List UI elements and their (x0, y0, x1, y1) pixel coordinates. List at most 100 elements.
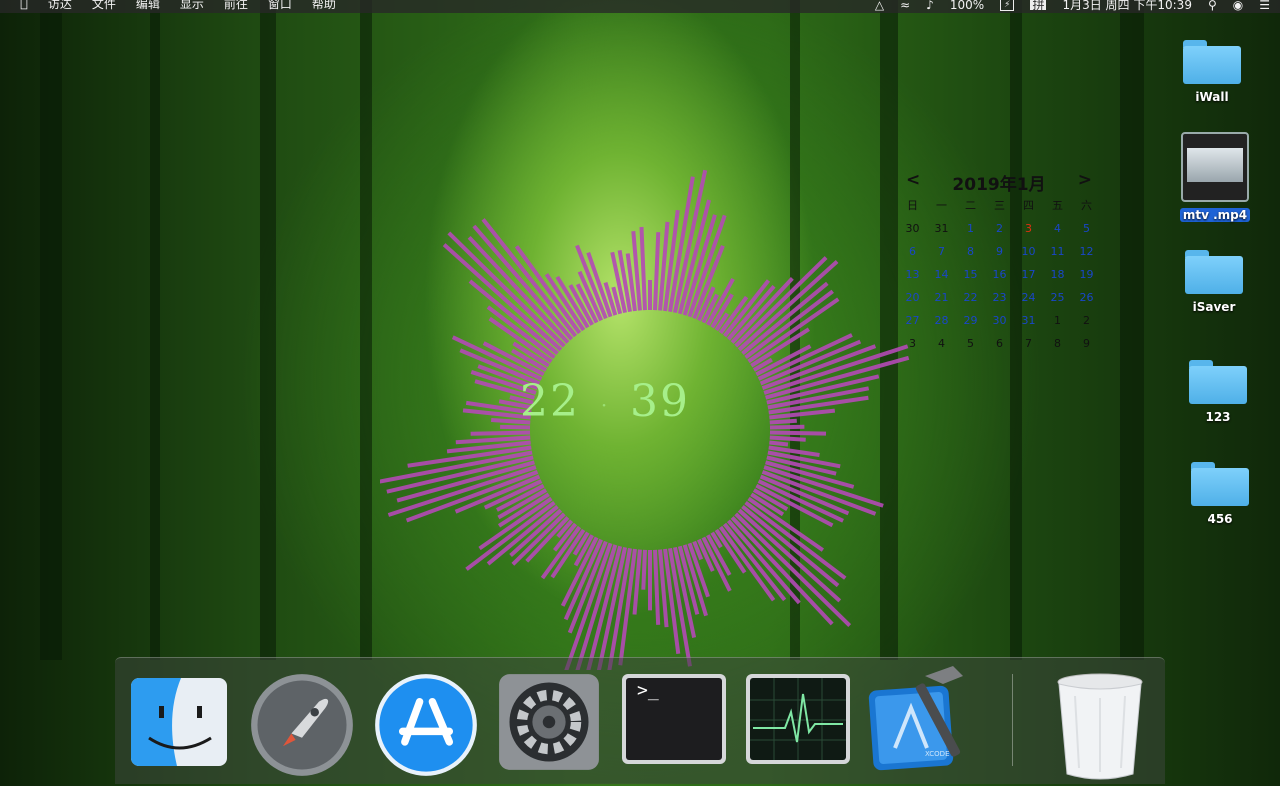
calendar-day[interactable]: 9 (985, 240, 1014, 263)
calendar-day[interactable]: 31 (1014, 309, 1043, 332)
spotlight-icon[interactable]: ⚲ (1208, 0, 1217, 11)
visualizer-bar (470, 430, 531, 436)
apple-icon[interactable]:  (20, 0, 28, 10)
dock-terminal[interactable]: >_ (621, 672, 726, 772)
clock-minutes: 39 (630, 376, 690, 427)
visualizer-bar (737, 260, 839, 352)
calendar-day[interactable]: 6 (898, 240, 927, 263)
calendar-day[interactable]: 30 (898, 217, 927, 240)
menu-window[interactable]: 窗口 (268, 0, 292, 10)
calendar-day[interactable]: 31 (927, 217, 956, 240)
calendar-day[interactable]: 24 (1014, 286, 1043, 309)
calendar-day[interactable]: 28 (927, 309, 956, 332)
volume-icon[interactable]: ♪ (926, 0, 934, 11)
desktop-item-123[interactable]: 123 (1178, 360, 1258, 425)
menu-file[interactable]: 文件 (92, 0, 116, 10)
menu-view[interactable]: 显示 (180, 0, 204, 10)
input-method[interactable]: 拼 (1030, 0, 1047, 11)
calendar-day[interactable]: 6 (985, 332, 1014, 355)
folder-icon (1183, 40, 1241, 84)
menu-edit[interactable]: 编辑 (136, 0, 160, 10)
calendar-day[interactable]: 17 (1014, 263, 1043, 286)
calendar-weekday: 一 (936, 199, 947, 212)
calendar-day[interactable]: 19 (1072, 263, 1101, 286)
menu-finder[interactable]: 访达 (48, 0, 72, 10)
menu-go[interactable]: 前往 (224, 0, 248, 10)
tree-trunk (40, 0, 62, 660)
desktop-item-iwall[interactable]: iWall (1172, 40, 1252, 105)
desktop-item-isaver[interactable]: iSaver (1174, 250, 1254, 315)
calendar-day[interactable]: 2 (985, 217, 1014, 240)
menu-help[interactable]: 帮助 (312, 0, 336, 10)
calendar-day[interactable]: 4 (1043, 217, 1072, 240)
calendar-day[interactable]: 5 (1072, 217, 1101, 240)
notification-center-icon[interactable]: ☰ (1259, 0, 1270, 11)
dock: >_ XCODE (115, 657, 1165, 784)
calendar-day[interactable]: 2 (1072, 309, 1101, 332)
dock-system-preferences[interactable] (497, 672, 599, 772)
visualizer-bar (467, 236, 570, 344)
xcode-badge: XCODE (925, 750, 950, 758)
calendar-day[interactable]: 23 (985, 286, 1014, 309)
dock-app-store[interactable] (373, 672, 477, 776)
calendar-day[interactable]: 12 (1072, 240, 1101, 263)
calendar-day[interactable]: 22 (956, 286, 985, 309)
desktop-item-mtv-mp4[interactable]: mtv .mp4 (1175, 132, 1255, 223)
desktop-item-456[interactable]: 456 (1180, 462, 1260, 527)
siri-icon[interactable]: ◉ (1233, 0, 1243, 11)
calendar-day[interactable]: 8 (956, 240, 985, 263)
calendar-day[interactable]: 1 (956, 217, 985, 240)
battery-percent[interactable]: 100% (950, 0, 984, 11)
calendar-day[interactable]: 21 (927, 286, 956, 309)
calendar-day[interactable]: 11 (1043, 240, 1072, 263)
airplay-icon[interactable]: △ (875, 0, 884, 11)
visualizer-bar (769, 435, 806, 442)
calendar-day[interactable]: 15 (956, 263, 985, 286)
dock-trash[interactable] (1055, 672, 1155, 780)
battery-icon[interactable]: ⚡ (1000, 0, 1015, 11)
calendar-day[interactable]: 5 (956, 332, 985, 355)
menu-bar:  访达 文件 编辑 显示 前往 窗口 帮助 △ ≈ ♪ 100% ⚡ 拼 1月… (0, 0, 1280, 13)
dock-launchpad[interactable] (249, 672, 353, 776)
calendar-day[interactable]: 3 (1014, 217, 1043, 240)
calendar-day[interactable]: 25 (1043, 286, 1072, 309)
calendar-day[interactable]: 30 (985, 309, 1014, 332)
calendar-next-button[interactable]: > (1078, 170, 1092, 195)
calendar-day[interactable]: 29 (956, 309, 985, 332)
calendar-day[interactable]: 1 (1043, 309, 1072, 332)
desktop-item-label: iWall (1195, 90, 1229, 104)
video-thumbnail-icon (1181, 132, 1249, 202)
calendar-weekday: 三 (994, 199, 1005, 212)
dock-finder[interactable] (129, 672, 229, 772)
calendar-day[interactable]: 20 (898, 286, 927, 309)
calendar-day[interactable]: 7 (1014, 332, 1043, 355)
calendar-day[interactable]: 3 (898, 332, 927, 355)
calendar-day[interactable]: 13 (898, 263, 927, 286)
calendar-day[interactable]: 26 (1072, 286, 1101, 309)
calendar-day[interactable]: 9 (1072, 332, 1101, 355)
calendar-day[interactable]: 7 (927, 240, 956, 263)
visualizer-bar (639, 226, 647, 311)
visualizer-bar (769, 440, 789, 447)
visualizer-bar (653, 549, 661, 625)
clock-hours: 22 (520, 376, 580, 427)
dock-activity-monitor[interactable] (745, 672, 850, 772)
calendar-weekday: 日 (907, 199, 918, 212)
calendar-day[interactable]: 14 (927, 263, 956, 286)
calendar-day[interactable]: 4 (927, 332, 956, 355)
calendar-day[interactable]: 8 (1043, 332, 1072, 355)
clock-separator: · (600, 392, 610, 417)
dock-separator (1012, 674, 1013, 766)
menu-clock[interactable]: 1月3日 周四 下午10:39 (1062, 0, 1191, 11)
calendar-day[interactable]: 10 (1014, 240, 1043, 263)
system-preferences-icon (499, 674, 599, 770)
wifi-icon[interactable]: ≈ (900, 0, 910, 11)
desktop-item-label: 456 (1207, 512, 1233, 526)
calendar-prev-button[interactable]: < (906, 170, 920, 195)
calendar-day[interactable]: 16 (985, 263, 1014, 286)
folder-icon (1191, 462, 1249, 506)
calendar-day[interactable]: 18 (1043, 263, 1072, 286)
calendar-day[interactable]: 27 (898, 309, 927, 332)
activity-monitor-icon (746, 674, 850, 764)
dock-xcode[interactable]: XCODE (865, 664, 983, 771)
